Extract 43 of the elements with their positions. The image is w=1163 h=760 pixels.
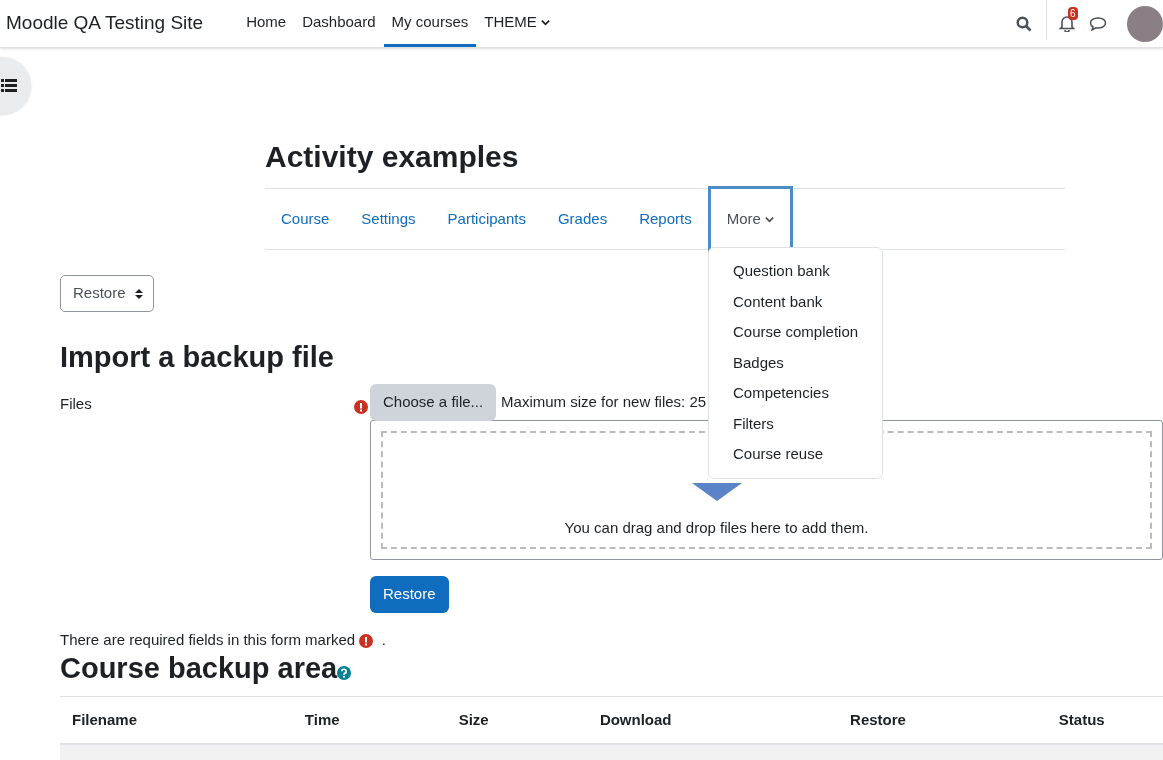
nav-link[interactable]: THEME (476, 0, 558, 47)
course-nav-tab[interactable]: Reports (623, 189, 708, 249)
arrow-down-icon (691, 482, 742, 501)
column-header: Filename (72, 710, 138, 728)
notification-badge: 6 (1068, 7, 1078, 20)
menu-item[interactable]: Course completion (709, 317, 882, 348)
chat-bubble-icon[interactable] (1089, 15, 1107, 32)
menu-item[interactable]: Competencies (709, 378, 882, 409)
nav-link[interactable]: Dashboard (294, 0, 384, 47)
bell-icon[interactable] (1059, 15, 1075, 32)
column-header: Status (1058, 710, 1105, 728)
user-avatar[interactable] (1127, 5, 1163, 42)
nav-link[interactable]: My courses (383, 0, 477, 47)
column-header: Download (599, 710, 672, 728)
course-nav-tab[interactable]: Participants (431, 189, 542, 249)
menu-item[interactable]: Content bank (709, 286, 882, 317)
course-title: Activity examples (265, 139, 520, 175)
course-nav-tab[interactable]: Settings (345, 189, 432, 249)
required-icon (359, 634, 374, 649)
section-heading: Import a backup file (60, 340, 334, 375)
column-header: Time (304, 710, 340, 728)
menu-item[interactable]: Course reuse (709, 439, 882, 470)
course-nav-tab[interactable]: Grades (541, 189, 624, 249)
max-size-text: Maximum size for new files: 25 (501, 392, 707, 413)
field-label: Files (60, 394, 92, 414)
nav-link[interactable]: Home (238, 0, 295, 47)
required-note: There are required fields in this form marked . (60, 630, 387, 650)
search-icon[interactable] (1016, 15, 1032, 32)
course-nav-tab[interactable]: Course (265, 189, 346, 249)
help-icon[interactable] (337, 666, 352, 680)
menu-item[interactable]: Badges (709, 347, 882, 378)
list-icon (1, 79, 17, 92)
site-name[interactable]: Moodle QA Testing Site (0, 0, 239, 47)
column-header: Size (458, 710, 489, 728)
choose-file-button[interactable]: Choose a file... (370, 384, 497, 421)
restore-button[interactable]: Restore (370, 576, 449, 613)
required-icon (354, 399, 368, 414)
sort-arrows-icon (134, 288, 143, 299)
drop-hint: You can drag and drop files here to add them. (564, 517, 869, 538)
action-select[interactable]: Restore (60, 275, 154, 312)
section-heading: Course backup area (60, 651, 338, 686)
menu-item[interactable]: Question bank (709, 256, 882, 287)
column-header: Restore (850, 710, 906, 728)
